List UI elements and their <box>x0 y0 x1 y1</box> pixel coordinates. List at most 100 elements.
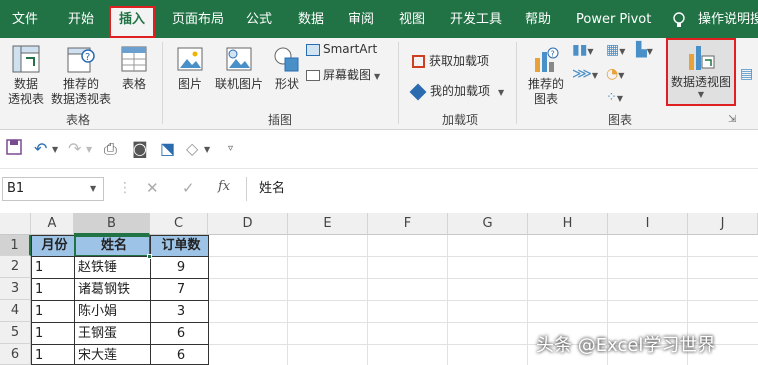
column-header[interactable]: J <box>688 213 758 235</box>
cancel-icon[interactable]: ✕ <box>146 179 159 197</box>
group-separator <box>398 42 399 124</box>
table-cell[interactable]: 宋大莲 <box>74 344 151 365</box>
table-cell[interactable]: 6 <box>150 322 209 345</box>
column-header[interactable]: B <box>74 213 150 235</box>
recommended-charts-button[interactable]: ? 推荐的 图表 <box>524 44 568 107</box>
group-label-addins: 加载项 <box>441 113 478 127</box>
column-header[interactable]: I <box>608 213 688 235</box>
pictures-button[interactable]: 图片 <box>172 44 208 92</box>
formula-input[interactable]: 姓名 <box>246 177 758 201</box>
table-cell[interactable]: 1 <box>31 256 75 279</box>
scatter-chart-button[interactable]: ⁘▼ <box>606 90 623 105</box>
chevron-down-icon[interactable]: ▼ <box>52 145 58 154</box>
tab-formulas[interactable]: 公式 <box>246 0 272 38</box>
table-cell[interactable]: 7 <box>150 278 209 301</box>
column-header[interactable]: E <box>288 213 368 235</box>
brush-icon[interactable]: ◇ <box>186 139 198 158</box>
table-header-cell[interactable]: 订单数 <box>150 235 209 257</box>
tab-help[interactable]: 帮助 <box>525 0 551 38</box>
pie-chart-button[interactable]: ◔▼ <box>606 66 624 82</box>
column-header[interactable]: A <box>31 213 74 235</box>
undo-icon[interactable]: ↶ <box>34 139 47 158</box>
hierarchy-chart-button[interactable]: ▦▼ <box>606 42 625 58</box>
tab-developer[interactable]: 开发工具 <box>450 0 502 38</box>
column-header[interactable]: F <box>368 213 448 235</box>
column-header[interactable]: D <box>208 213 288 235</box>
group-label-illustrations: 插图 <box>267 113 292 127</box>
chevron-down-icon: ▼ <box>374 72 381 81</box>
table-cell[interactable]: 1 <box>31 322 75 345</box>
column-header[interactable]: C <box>150 213 208 235</box>
customize-qat-icon[interactable]: ▿ <box>228 143 233 154</box>
line-chart-button[interactable]: ⋙▼ <box>572 66 598 82</box>
tab-power-pivot[interactable]: Power Pivot <box>576 0 651 38</box>
table-cell[interactable]: 9 <box>150 256 209 279</box>
table-header-cell[interactable]: 月份 <box>31 235 75 257</box>
tab-view[interactable]: 视图 <box>399 0 425 38</box>
pivottable-button[interactable]: 数据 透视表 <box>4 44 48 107</box>
my-addins-button[interactable]: 我的加载项 ▼ <box>409 82 504 100</box>
insert-function-icon[interactable]: fx <box>218 179 230 194</box>
table-cell[interactable]: 陈小娟 <box>74 300 151 323</box>
chevron-down-icon[interactable]: ▼ <box>204 145 210 154</box>
screenshot-button[interactable]: 屏幕截图 ▼ <box>306 66 380 83</box>
column-chart-button[interactable]: ▮▮▼ <box>572 42 594 58</box>
tab-file[interactable]: 文件 <box>12 0 38 38</box>
tab-home[interactable]: 开始 <box>68 0 94 38</box>
online-pictures-button[interactable]: 联机图片 <box>212 44 266 92</box>
save-icon[interactable] <box>6 139 22 155</box>
fill-handle[interactable] <box>147 254 152 259</box>
table-cell[interactable]: 1 <box>31 300 75 323</box>
dialog-launcher-icon[interactable]: ⇲ <box>728 114 736 125</box>
row-header[interactable]: 5 <box>0 322 31 344</box>
row-header[interactable]: 2 <box>0 256 31 278</box>
select-all-corner[interactable] <box>0 213 31 235</box>
tab-review[interactable]: 审阅 <box>348 0 374 38</box>
get-addins-button[interactable]: 获取加载项 <box>412 52 489 69</box>
print-preview-icon[interactable]: ⎙ <box>104 139 117 159</box>
pictures-label: 图片 <box>177 77 202 91</box>
column-header[interactable]: H <box>528 213 608 235</box>
bar-chart-icon: ▮▮ <box>572 42 588 58</box>
row-header[interactable]: 3 <box>0 278 31 300</box>
table-cell[interactable]: 1 <box>31 344 75 365</box>
table-cell[interactable]: 1 <box>31 278 75 301</box>
chevron-down-icon: ▼ <box>616 94 624 103</box>
camera-icon[interactable]: ◙ <box>132 139 148 158</box>
table-header-cell-selected[interactable]: 姓名 <box>74 235 151 257</box>
recommended-pivottable-button[interactable]: ? 推荐的 数据透视表 <box>48 44 114 107</box>
chevron-down-icon[interactable]: ▼ <box>90 184 96 193</box>
tab-data[interactable]: 数据 <box>298 0 324 38</box>
pivottable-label: 数据 透视表 <box>7 77 44 106</box>
smartart-button[interactable]: SmartArt <box>306 42 377 56</box>
tab-page-layout[interactable]: 页面布局 <box>172 0 224 38</box>
table-cell[interactable]: 3 <box>150 300 209 323</box>
picture-icon <box>177 47 203 71</box>
tell-me-search[interactable]: 操作说明搜 <box>698 0 758 38</box>
scatter-chart-icon: ⁘ <box>606 90 617 105</box>
enter-icon[interactable]: ✓ <box>182 179 195 197</box>
row-header[interactable]: 4 <box>0 300 31 322</box>
line-chart-icon: ⋙ <box>572 66 592 82</box>
shapes-icon[interactable]: ⬔ <box>160 139 175 158</box>
pivot-chart-button[interactable]: 数据透视图 ▼ <box>666 38 736 106</box>
tab-insert[interactable]: 插入 <box>109 6 156 38</box>
waterfall-chart-button[interactable]: ▙▼ <box>636 42 653 58</box>
table-cell[interactable]: 赵铁锤 <box>74 256 151 279</box>
shapes-button[interactable]: 形状 <box>270 44 304 92</box>
recommended-charts-label: 推荐的 图表 <box>527 77 564 106</box>
table-cell[interactable]: 王钢蛋 <box>74 322 151 345</box>
pivottable-icon <box>12 45 40 73</box>
row-header[interactable]: 1 <box>0 235 31 256</box>
3d-map-button[interactable]: ▤ <box>740 66 753 82</box>
column-header[interactable]: G <box>448 213 528 235</box>
recommended-pivottable-label: 推荐的 数据透视表 <box>50 77 111 106</box>
table-cell[interactable]: 6 <box>150 344 209 365</box>
row-header[interactable]: 6 <box>0 344 31 365</box>
table-button[interactable]: 表格 <box>116 44 152 92</box>
table-cell[interactable]: 诸葛钢铁 <box>74 278 151 301</box>
chevron-down-icon: ▼ <box>646 47 653 56</box>
group-separator <box>162 42 163 124</box>
ribbon-tab-bar: 文件 开始 插入 页面布局 公式 数据 审阅 视图 开发工具 帮助 Power … <box>0 0 758 38</box>
name-box[interactable]: B1 <box>2 177 104 201</box>
